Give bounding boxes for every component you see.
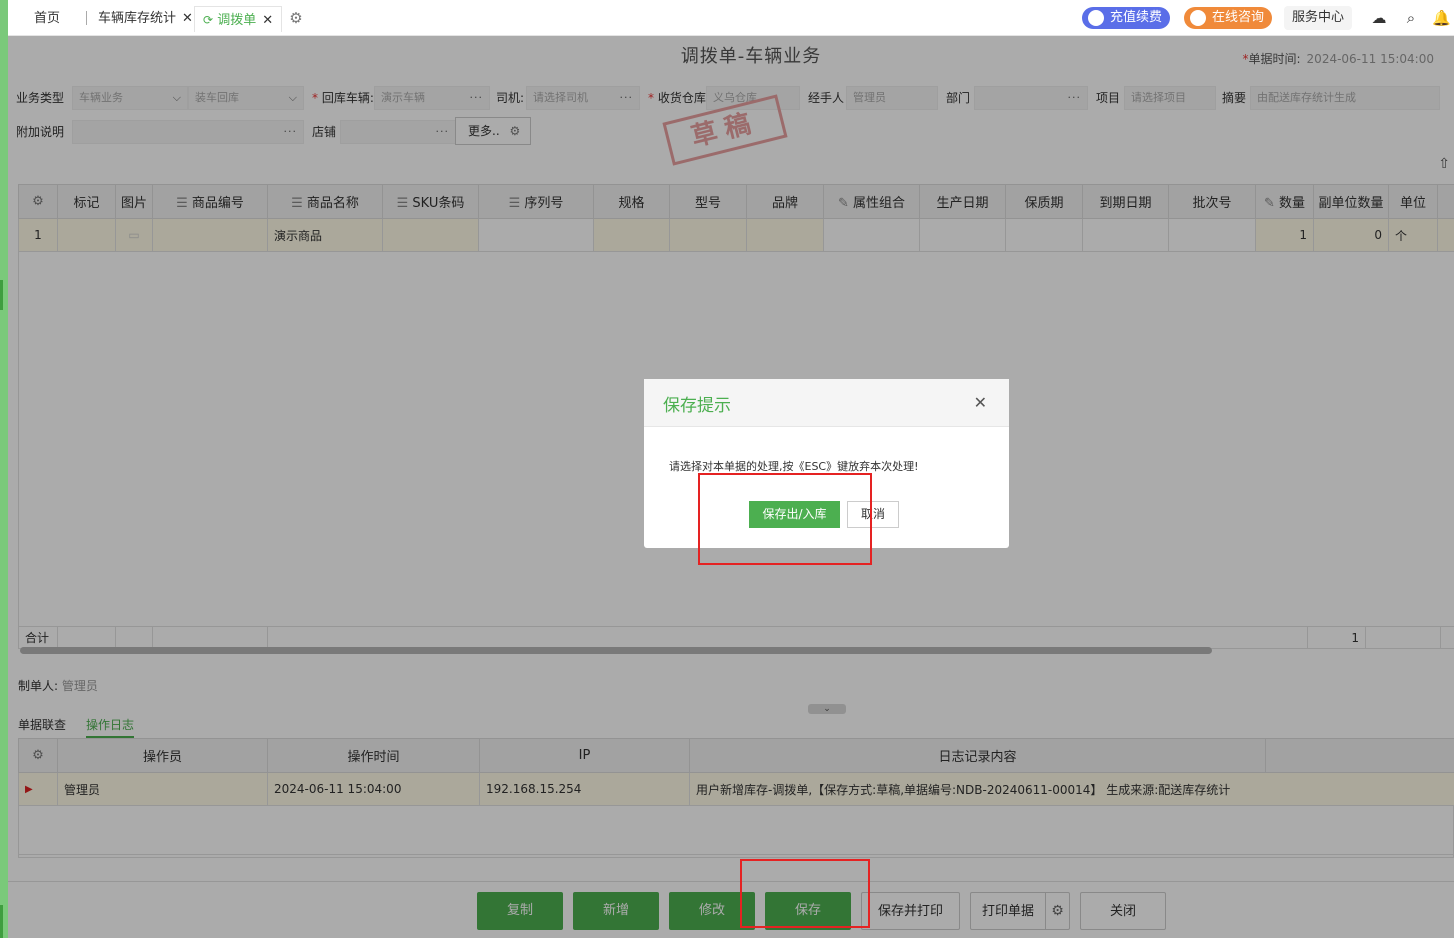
refresh-icon[interactable]: ⟳: [203, 13, 213, 27]
dialog-message: 请选择对本单据的处理,按《ESC》键放弃本次处理!: [669, 460, 919, 473]
service-center-button[interactable]: 服务中心: [1284, 6, 1353, 30]
highlight-box: [740, 859, 870, 928]
search-icon[interactable]: ⌕: [1402, 9, 1420, 27]
bell-icon[interactable]: 🔔: [1432, 9, 1451, 27]
recharge-button[interactable]: 充值续费: [1082, 7, 1171, 29]
close-icon[interactable]: ✕: [262, 13, 273, 28]
edge-marker: [0, 280, 3, 310]
consult-button[interactable]: 在线咨询: [1184, 7, 1273, 29]
tab-separator: [86, 11, 87, 25]
close-icon[interactable]: ✕: [974, 393, 987, 412]
tab-vehicle-stock[interactable]: 车辆库存统计 ✕: [98, 6, 193, 32]
highlight-box: [698, 473, 872, 565]
coin-icon: [1088, 10, 1104, 26]
edge-marker: [0, 905, 3, 938]
top-tab-bar: 首页 车辆库存统计 ✕ ⟳ 调拨单 ✕ ⚙ 充值续费 在线咨询 服务中心 ☁ ⌕ 🔔: [8, 0, 1454, 36]
tab-transfer-order[interactable]: ⟳ 调拨单 ✕: [194, 6, 283, 32]
gear-icon[interactable]: ⚙: [287, 9, 305, 27]
dialog-header: 保存提示 ✕: [644, 379, 1009, 427]
close-icon[interactable]: ✕: [182, 11, 193, 26]
cloud-download-icon[interactable]: ☁: [1370, 9, 1388, 27]
tab-home[interactable]: 首页: [34, 6, 60, 32]
dialog-title: 保存提示: [663, 396, 731, 416]
chat-icon: [1190, 10, 1206, 26]
left-edge-strip: [0, 0, 8, 938]
